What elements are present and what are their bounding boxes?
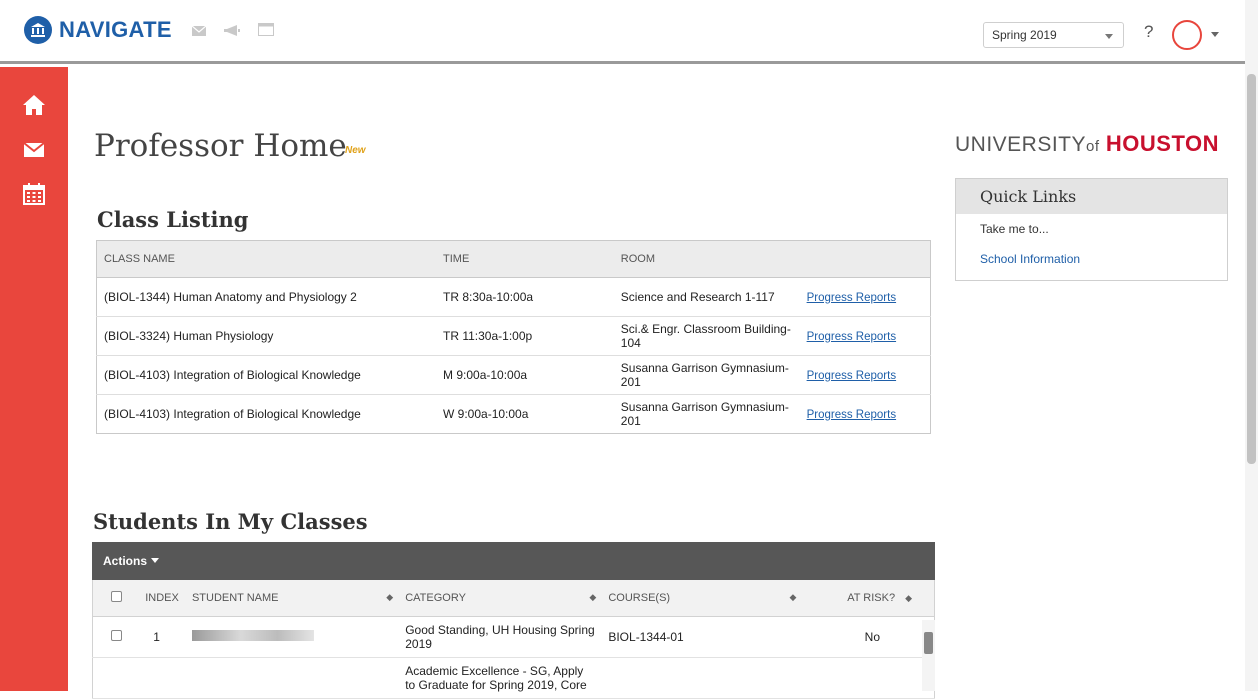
class-name: (BIOL-4103) Integration of Biological Kn… xyxy=(96,355,437,395)
university-logo: UNIVERSITYof HOUSTON xyxy=(955,131,1219,157)
column-header-at-risk-label: AT RISK? xyxy=(847,591,896,604)
brand-name: NAVIGATE xyxy=(59,17,172,42)
class-listing-table: CLASS NAME TIME ROOM (BIOL-1344) Human A… xyxy=(96,240,931,434)
page-scrollbar[interactable] xyxy=(1245,0,1258,691)
term-select-value: Spring 2019 xyxy=(992,28,1057,42)
student-category: Good Standing, UH Housing Spring 2019 xyxy=(399,616,603,658)
class-time: M 9:00a-10:00a xyxy=(436,355,614,395)
university-building-icon xyxy=(24,16,52,44)
class-time: TR 11:30a-1:00p xyxy=(436,316,614,356)
column-header-category-label: CATEGORY xyxy=(405,591,466,604)
sidebar xyxy=(0,67,68,691)
select-all-checkbox[interactable] xyxy=(111,590,122,602)
students-heading: Students In My Classes xyxy=(93,509,368,534)
column-header-courses-label: COURSE(S) xyxy=(608,591,671,604)
table-row: (BIOL-4103) Integration of Biological Kn… xyxy=(96,355,931,395)
page-title: Professor Home xyxy=(94,128,347,164)
class-room: Sci.& Engr. Classroom Building-104 xyxy=(613,316,800,356)
students-table: INDEX STUDENT NAME ◆ CATEGORY ◆ COURSE(S) ◆… xyxy=(92,580,935,699)
mail-icon[interactable] xyxy=(22,138,46,162)
actions-bar: Actions xyxy=(92,542,935,580)
actions-label: Actions xyxy=(103,554,148,568)
table-row: (BIOL-3324) Human Physiology TR 11:30a-1… xyxy=(96,316,931,356)
table-header-row: INDEX STUDENT NAME ◆ CATEGORY ◆ COURSE(S) ◆… xyxy=(92,580,935,617)
sort-icon: ◆ xyxy=(905,592,912,603)
message-icon[interactable] xyxy=(191,23,207,41)
student-courses: BIOL-1344-01 xyxy=(602,616,803,658)
students-panel: Actions INDEX STUDENT NAME ◆ CATEGORY ◆ CO… xyxy=(92,542,935,699)
university-logo-prefix: UNIVERSITY xyxy=(955,133,1087,156)
column-header-room: ROOM xyxy=(613,240,800,278)
column-header-time: TIME xyxy=(436,240,614,278)
class-room: Susanna Garrison Gymnasium-201 xyxy=(620,400,789,428)
progress-reports-link[interactable]: Progress Reports xyxy=(807,292,896,304)
help-button[interactable]: ? xyxy=(1144,22,1153,42)
student-index: 1 xyxy=(139,616,186,658)
sort-icon: ◆ xyxy=(789,591,797,602)
sort-icon: ◆ xyxy=(589,591,597,602)
student-courses xyxy=(602,657,803,699)
scrollbar-thumb[interactable] xyxy=(924,632,933,654)
quick-links-heading: Quick Links xyxy=(956,179,1227,214)
actions-menu-button[interactable]: Actions xyxy=(103,554,160,568)
quick-links-subheading: Take me to... xyxy=(980,222,1049,236)
table-row: (BIOL-1344) Human Anatomy and Physiology… xyxy=(96,277,931,317)
avatar[interactable] xyxy=(1172,20,1202,50)
calendar-icon[interactable] xyxy=(22,182,46,206)
home-icon[interactable] xyxy=(22,93,46,117)
university-logo-name: HOUSTON xyxy=(1105,131,1219,156)
class-time: TR 8:30a-10:00a xyxy=(436,277,614,317)
student-at-risk xyxy=(802,657,935,699)
students-table-scrollbar[interactable] xyxy=(922,620,935,691)
user-menu-chevron-icon[interactable] xyxy=(1211,32,1219,37)
column-header-student-name-label: STUDENT NAME xyxy=(191,591,279,604)
class-room: Science and Research 1-117 xyxy=(613,277,800,317)
table-header-row: CLASS NAME TIME ROOM xyxy=(96,240,931,278)
navigate-logo[interactable]: NAVIGATE xyxy=(24,16,172,44)
column-header-category[interactable]: CATEGORY ◆ xyxy=(399,580,603,617)
class-listing-heading: Class Listing xyxy=(97,207,249,232)
progress-reports-link[interactable]: Progress Reports xyxy=(807,331,896,343)
table-row: 1 Good Standing, UH Housing Spring 2019 … xyxy=(92,616,935,658)
class-time: W 9:00a-10:00a xyxy=(443,407,529,421)
student-name-redacted[interactable] xyxy=(191,629,314,641)
table-row: (BIOL-4103) Integration of Biological Kn… xyxy=(97,395,931,434)
term-select[interactable]: Spring 2019 xyxy=(983,22,1124,48)
school-information-link[interactable]: School Information xyxy=(956,244,1227,274)
quick-links-panel: Quick Links Take me to... School Informa… xyxy=(955,178,1228,281)
window-icon[interactable] xyxy=(258,23,274,41)
column-header-courses[interactable]: COURSE(S) ◆ xyxy=(602,580,803,617)
chevron-down-icon xyxy=(1105,34,1113,39)
progress-reports-link[interactable]: Progress Reports xyxy=(807,409,896,421)
sort-icon: ◆ xyxy=(386,591,394,602)
column-header-index[interactable]: INDEX xyxy=(139,580,186,617)
student-index xyxy=(139,657,186,699)
class-room: Susanna Garrison Gymnasium-201 xyxy=(613,355,800,395)
class-name: (BIOL-4103) Integration of Biological Kn… xyxy=(104,407,361,421)
university-logo-of: of xyxy=(1086,138,1100,155)
row-checkbox[interactable] xyxy=(111,629,122,641)
column-header-student-name[interactable]: STUDENT NAME ◆ xyxy=(185,580,400,617)
column-header-actions xyxy=(799,240,931,278)
student-at-risk: No xyxy=(802,616,935,658)
progress-reports-link[interactable]: Progress Reports xyxy=(807,370,896,382)
class-name: (BIOL-3324) Human Physiology xyxy=(96,316,437,356)
table-row: Academic Excellence - SG, Apply to Gradu… xyxy=(92,657,935,699)
chevron-down-icon xyxy=(151,558,160,563)
top-bar: NAVIGATE Spring 2019 ? xyxy=(0,0,1258,64)
new-badge: New xyxy=(345,145,366,156)
class-name: (BIOL-1344) Human Anatomy and Physiology… xyxy=(96,277,437,317)
column-header-class-name: CLASS NAME xyxy=(96,240,437,278)
scrollbar-thumb[interactable] xyxy=(1247,74,1256,464)
column-header-at-risk[interactable]: AT RISK? ◆ xyxy=(802,580,935,617)
student-category: Academic Excellence - SG, Apply to Gradu… xyxy=(399,657,603,699)
megaphone-icon[interactable] xyxy=(224,23,240,41)
